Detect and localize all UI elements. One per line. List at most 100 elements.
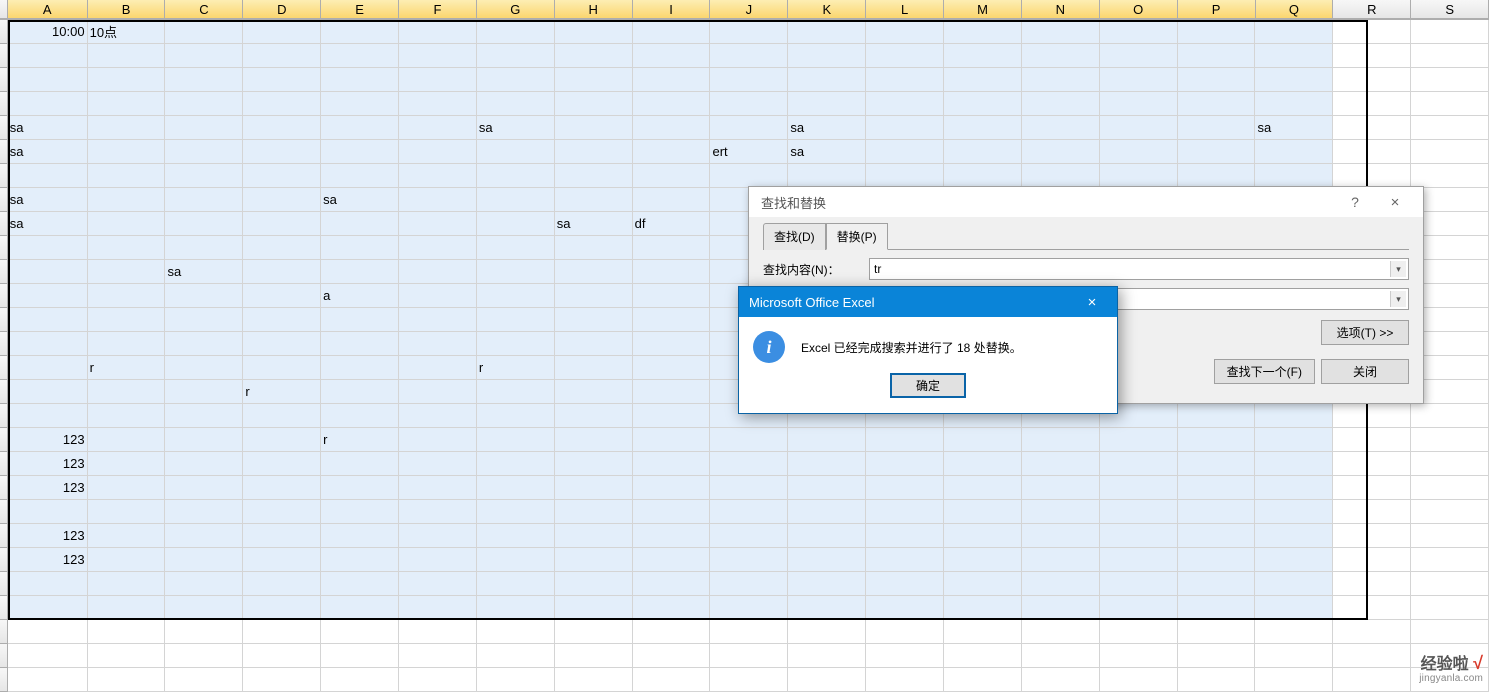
cell-S25[interactable]: [1411, 596, 1489, 620]
cell-A11[interactable]: [8, 260, 88, 284]
column-header-A[interactable]: A: [8, 0, 88, 19]
cell-C4[interactable]: [165, 92, 243, 116]
cell-N6[interactable]: [1022, 140, 1100, 164]
cell-R27[interactable]: [1333, 644, 1411, 668]
cell-G8[interactable]: [477, 188, 555, 212]
column-header-B[interactable]: B: [88, 0, 166, 19]
cell-H21[interactable]: [555, 500, 633, 524]
cell-I25[interactable]: [633, 596, 711, 620]
cell-D23[interactable]: [243, 548, 321, 572]
cell-I11[interactable]: [633, 260, 711, 284]
cell-A4[interactable]: [8, 92, 88, 116]
cell-P20[interactable]: [1178, 476, 1256, 500]
cell-B7[interactable]: [88, 164, 166, 188]
cell-G28[interactable]: [477, 668, 555, 692]
cell-I12[interactable]: [633, 284, 711, 308]
cell-D20[interactable]: [243, 476, 321, 500]
cell-E27[interactable]: [321, 644, 399, 668]
cell-G15[interactable]: r: [477, 356, 555, 380]
cell-A18[interactable]: 123: [8, 428, 88, 452]
cell-N28[interactable]: [1022, 668, 1100, 692]
cell-A24[interactable]: [8, 572, 88, 596]
cell-I26[interactable]: [633, 620, 711, 644]
cell-R2[interactable]: [1333, 44, 1411, 68]
cell-I10[interactable]: [633, 236, 711, 260]
cell-L25[interactable]: [866, 596, 944, 620]
cell-A23[interactable]: 123: [8, 548, 88, 572]
cell-G26[interactable]: [477, 620, 555, 644]
cell-I21[interactable]: [633, 500, 711, 524]
cell-B14[interactable]: [88, 332, 166, 356]
cell-M20[interactable]: [944, 476, 1022, 500]
cell-A25[interactable]: [8, 596, 88, 620]
cell-A21[interactable]: [8, 500, 88, 524]
cell-M4[interactable]: [944, 92, 1022, 116]
cell-Q25[interactable]: [1255, 596, 1333, 620]
cell-F22[interactable]: [399, 524, 477, 548]
cell-F5[interactable]: [399, 116, 477, 140]
cell-E4[interactable]: [321, 92, 399, 116]
cell-K2[interactable]: [788, 44, 866, 68]
cell-H14[interactable]: [555, 332, 633, 356]
cell-I7[interactable]: [633, 164, 711, 188]
cell-I16[interactable]: [633, 380, 711, 404]
cell-K24[interactable]: [788, 572, 866, 596]
cell-I20[interactable]: [633, 476, 711, 500]
column-header-N[interactable]: N: [1022, 0, 1100, 19]
cell-G5[interactable]: sa: [477, 116, 555, 140]
cell-D5[interactable]: [243, 116, 321, 140]
cell-B22[interactable]: [88, 524, 166, 548]
cell-I15[interactable]: [633, 356, 711, 380]
cell-S20[interactable]: [1411, 476, 1489, 500]
cell-E19[interactable]: [321, 452, 399, 476]
cell-O25[interactable]: [1100, 596, 1178, 620]
cell-A26[interactable]: [8, 620, 88, 644]
cell-H7[interactable]: [555, 164, 633, 188]
cell-Q1[interactable]: [1255, 20, 1333, 44]
cell-D22[interactable]: [243, 524, 321, 548]
cell-O22[interactable]: [1100, 524, 1178, 548]
cell-Q17[interactable]: [1255, 404, 1333, 428]
cell-D18[interactable]: [243, 428, 321, 452]
cell-B2[interactable]: [88, 44, 166, 68]
cell-A13[interactable]: [8, 308, 88, 332]
cell-M3[interactable]: [944, 68, 1022, 92]
cell-F2[interactable]: [399, 44, 477, 68]
cell-K27[interactable]: [788, 644, 866, 668]
find-next-button[interactable]: 查找下一个(F): [1214, 359, 1315, 384]
cell-B5[interactable]: [88, 116, 166, 140]
cell-O19[interactable]: [1100, 452, 1178, 476]
cell-E11[interactable]: [321, 260, 399, 284]
column-header-J[interactable]: J: [710, 0, 788, 19]
cell-R20[interactable]: [1333, 476, 1411, 500]
cell-K20[interactable]: [788, 476, 866, 500]
cell-P22[interactable]: [1178, 524, 1256, 548]
cell-H13[interactable]: [555, 308, 633, 332]
cell-E2[interactable]: [321, 44, 399, 68]
cell-J22[interactable]: [710, 524, 788, 548]
cell-O20[interactable]: [1100, 476, 1178, 500]
cell-N5[interactable]: [1022, 116, 1100, 140]
cell-K6[interactable]: sa: [788, 140, 866, 164]
cell-I18[interactable]: [633, 428, 711, 452]
cell-G13[interactable]: [477, 308, 555, 332]
cell-Q23[interactable]: [1255, 548, 1333, 572]
cell-C16[interactable]: [165, 380, 243, 404]
column-header-E[interactable]: E: [321, 0, 399, 19]
cell-L1[interactable]: [866, 20, 944, 44]
cell-L20[interactable]: [866, 476, 944, 500]
cell-O23[interactable]: [1100, 548, 1178, 572]
cell-D28[interactable]: [243, 668, 321, 692]
cell-H5[interactable]: [555, 116, 633, 140]
cell-Q6[interactable]: [1255, 140, 1333, 164]
cell-J3[interactable]: [710, 68, 788, 92]
cell-N19[interactable]: [1022, 452, 1100, 476]
cell-C28[interactable]: [165, 668, 243, 692]
cell-D9[interactable]: [243, 212, 321, 236]
cell-H20[interactable]: [555, 476, 633, 500]
cell-F3[interactable]: [399, 68, 477, 92]
cell-M2[interactable]: [944, 44, 1022, 68]
cell-C1[interactable]: [165, 20, 243, 44]
cell-G20[interactable]: [477, 476, 555, 500]
cell-B6[interactable]: [88, 140, 166, 164]
